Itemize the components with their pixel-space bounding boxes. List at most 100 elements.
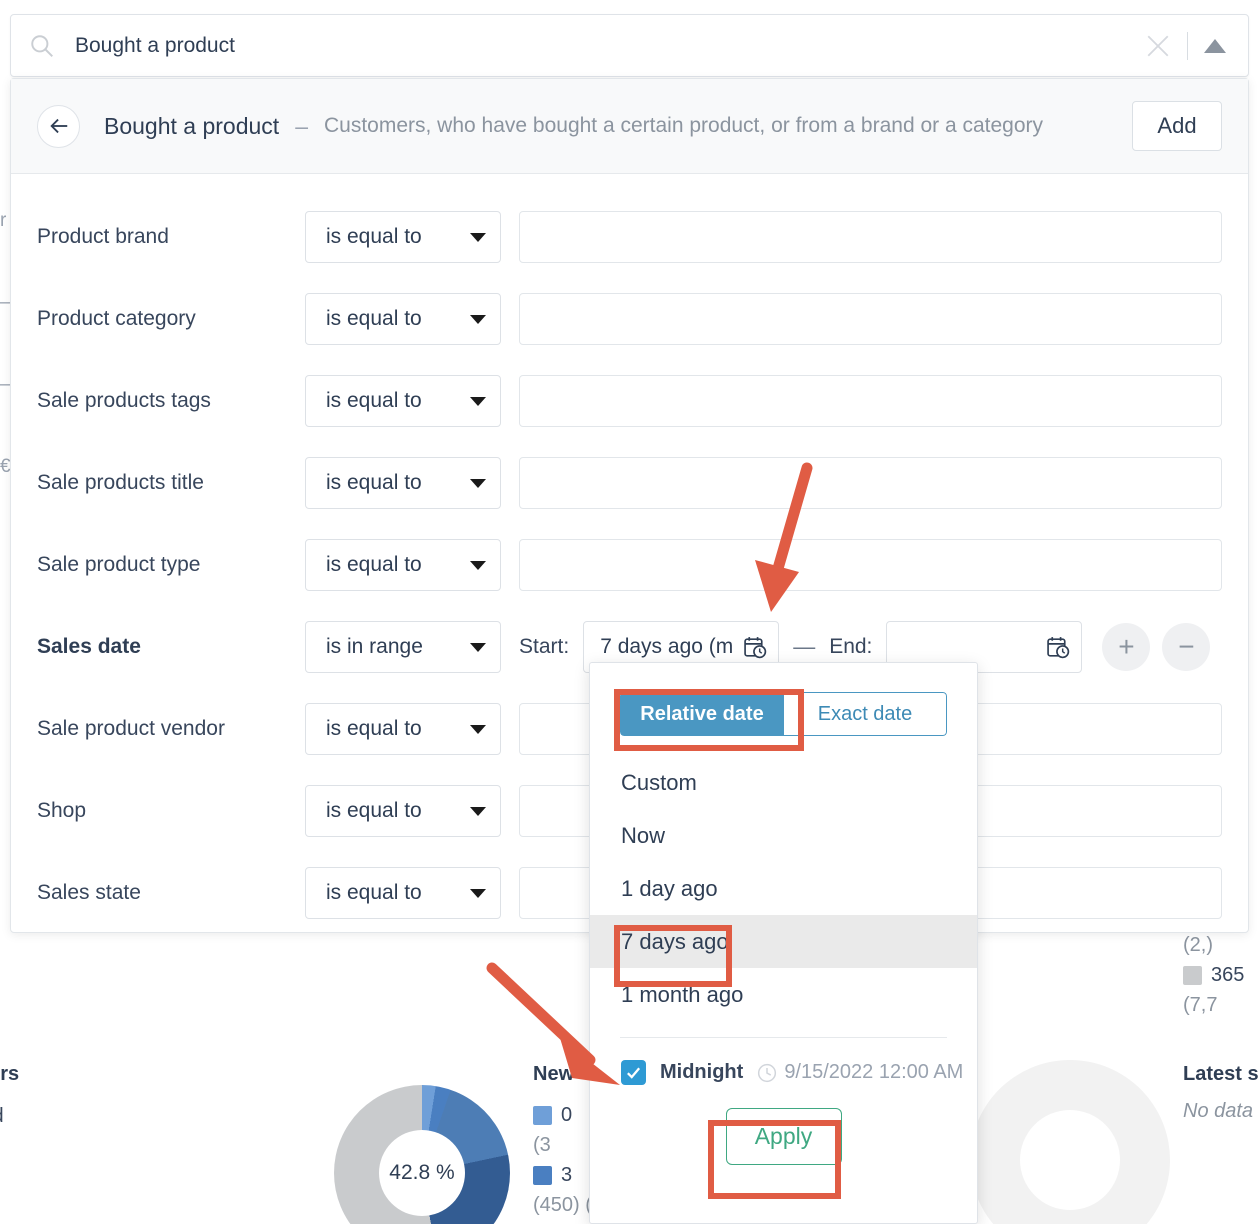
legend-swatch-icon [1183,965,1202,985]
filter-row-sale-product-type: Sale product type is equal to [37,524,1222,606]
legend-label: 0 [561,1103,573,1126]
operator-value: is equal to [326,881,422,904]
operator-select[interactable]: is equal to [305,293,501,345]
close-icon[interactable] [1145,33,1171,59]
operator-value: is equal to [326,799,422,822]
value-input[interactable] [519,375,1222,427]
background-donut-chart: 42.8 % [334,1085,510,1224]
remove-condition-button[interactable]: − [1162,623,1211,671]
screen-root: r – – € d users stered (11%) ered 89%) 4… [0,0,1259,1224]
value-input[interactable] [519,211,1222,263]
option-7-days-ago[interactable]: 7 days ago [590,915,977,968]
option-1-day-ago[interactable]: 1 day ago [590,862,977,915]
operator-select[interactable]: is equal to [305,457,501,509]
operator-value: is equal to [326,553,422,576]
midnight-label: Midnight [660,1061,744,1083]
filter-label: Sale products tags [37,389,211,412]
chevron-down-icon [470,396,486,406]
range-separator: — [793,634,816,659]
search-input[interactable]: Bought a product [75,34,1145,58]
search-bar[interactable]: Bought a product [10,14,1249,77]
operator-value: is equal to [326,717,422,740]
operator-value: is equal to [326,471,422,494]
operator-select[interactable]: is equal to [305,867,501,919]
start-label: Start: [519,635,570,658]
option-custom[interactable]: Custom [590,756,977,809]
calendar-clock-icon[interactable] [743,635,768,660]
filter-label: Sales state [37,881,141,904]
legend-count: (7,7 [1183,994,1218,1016]
background-users-line2-sub: 89%) [0,1196,128,1224]
arrow-left-icon [49,118,67,134]
legend-count-above: (2,) [1183,934,1213,956]
filter-row-product-category: Product category is equal to [37,278,1222,360]
clock-icon [758,1063,777,1082]
background-users-card: d users stered (11%) ered 89%) [0,1063,128,1224]
modal-header: Bought a product – Customers, who have b… [11,79,1248,174]
start-date-value: 7 days ago (m [600,635,734,658]
filter-label: Product brand [37,225,169,248]
search-icon [31,34,53,57]
apply-button[interactable]: Apply [725,1108,842,1165]
operator-select[interactable]: is equal to [305,211,501,263]
check-icon [627,1067,641,1079]
filter-row-sale-products-title: Sale products title is equal to [37,442,1222,524]
operator-select[interactable]: is equal to [305,703,501,755]
legend-label: 365 [1211,963,1245,986]
operator-select[interactable]: is equal to [305,785,501,837]
filter-label: Shop [37,799,87,822]
operator-value: is in range [326,635,423,658]
back-button[interactable] [37,104,80,148]
apply-button-wrap: Apply [590,1108,977,1165]
date-mode-toggle: Relative date Exact date [620,692,947,736]
title-separator: – [295,112,308,139]
filter-label: Sale products title [37,471,204,494]
relative-date-tab[interactable]: Relative date [620,692,784,736]
operator-value: is equal to [326,307,422,330]
option-now[interactable]: Now [590,809,977,862]
value-input[interactable] [519,293,1222,345]
end-label: End: [829,635,873,658]
operator-select[interactable]: is equal to [305,375,501,427]
relative-date-popover: Relative date Exact date Custom Now 1 da… [589,662,978,1224]
chevron-down-icon [470,560,486,570]
chevron-down-icon [470,314,486,324]
midnight-row: Midnight 9/15/2022 12:00 AM [590,1038,977,1085]
chevron-down-icon [470,642,486,652]
chevron-down-icon [470,478,486,488]
legend-label: 3 [561,1163,573,1186]
background-users-line1: stered [0,1100,128,1132]
filter-row-sale-products-tags: Sale products tags is equal to [37,360,1222,442]
background-right-legend: (2,) 365 (7,7 [1183,930,1259,1020]
value-input[interactable] [519,539,1222,591]
relative-date-option-list: Custom Now 1 day ago 7 days ago 1 month … [590,756,977,1021]
filter-label: Sale product type [37,553,201,576]
operator-value: is equal to [326,225,422,248]
filter-label: Sales date [37,635,141,658]
filter-label: Product category [37,307,196,330]
background-users-title: d users [0,1063,20,1085]
midnight-datetime: 9/15/2022 12:00 AM [784,1061,964,1083]
background-latest-empty-text: No data [1183,1100,1254,1122]
exact-date-tab[interactable]: Exact date [784,692,947,736]
chevron-down-icon [470,806,486,816]
page-title: Bought a product [104,112,280,139]
filter-row-product-brand: Product brand is equal to [37,196,1222,278]
midnight-checkbox[interactable] [621,1060,646,1085]
header-divider [1187,31,1188,60]
operator-select[interactable]: is equal to [305,539,501,591]
operator-select[interactable]: is in range [305,621,501,673]
background-latest-card: Latest s No data [1183,1063,1259,1123]
background-legend-item: 365 [1183,960,1259,990]
background-users-line2: ered [0,1164,128,1196]
collapse-triangle-icon[interactable] [1204,38,1226,53]
option-1-month-ago[interactable]: 1 month ago [590,968,977,1021]
chevron-down-icon [470,232,486,242]
legend-swatch-icon [533,1165,552,1185]
calendar-clock-icon[interactable] [1046,635,1071,660]
legend-swatch-icon [533,1105,552,1125]
value-input[interactable] [519,457,1222,509]
add-condition-button[interactable]: + [1102,623,1151,671]
operator-value: is equal to [326,389,422,412]
add-button[interactable]: Add [1132,101,1222,151]
